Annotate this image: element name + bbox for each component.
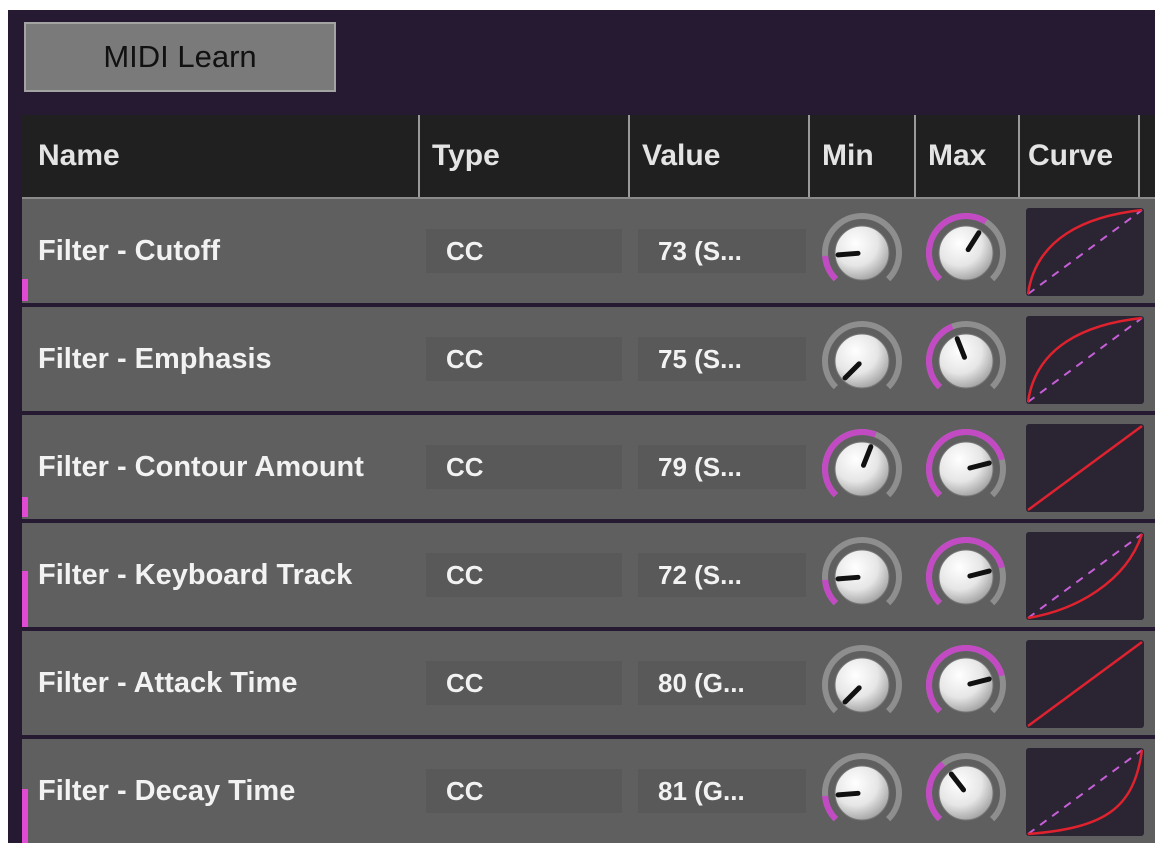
table-row[interactable]: Filter - Decay Time CC 81 (G...: [22, 739, 1155, 843]
max-knob[interactable]: [924, 751, 1008, 835]
app-window: MIDI Learn Name Type Value Min Max Curve…: [0, 0, 1155, 843]
column-header-type[interactable]: Type: [432, 115, 628, 197]
knob-body: [938, 225, 994, 281]
column-divider[interactable]: [418, 115, 420, 197]
curve-editor[interactable]: [1026, 748, 1144, 836]
column-header-min[interactable]: Min: [822, 115, 914, 197]
max-knob[interactable]: [924, 535, 1008, 619]
min-knob[interactable]: [820, 319, 904, 403]
row-activity-marker: [22, 279, 28, 301]
value-select[interactable]: 79 (S...: [638, 445, 806, 489]
curve-editor[interactable]: [1026, 424, 1144, 512]
parameter-name: Filter - Emphasis: [38, 342, 272, 375]
max-knob[interactable]: [924, 427, 1008, 511]
column-divider[interactable]: [914, 115, 916, 197]
knob-value-arc: [822, 255, 839, 282]
value-select[interactable]: 75 (S...: [638, 337, 806, 381]
parameter-name: Filter - Attack Time: [38, 666, 298, 699]
value-select[interactable]: 72 (S...: [638, 553, 806, 597]
parameter-name: Filter - Decay Time: [38, 774, 296, 807]
knob-pointer: [835, 790, 861, 798]
type-select[interactable]: CC: [426, 229, 622, 273]
row-activity-marker: [22, 497, 28, 517]
table-row[interactable]: Filter - Contour Amount CC 79 (S...: [22, 415, 1155, 519]
curve-editor[interactable]: [1026, 532, 1144, 620]
curve-editor[interactable]: [1026, 208, 1144, 296]
table-row[interactable]: Filter - Emphasis CC 75 (S...: [22, 307, 1155, 411]
value-select[interactable]: 73 (S...: [638, 229, 806, 273]
type-select[interactable]: CC: [426, 769, 622, 813]
knob-body: [834, 657, 890, 713]
knob-body: [938, 441, 994, 497]
response-curve: [1027, 640, 1143, 728]
table-row[interactable]: Filter - Keyboard Track CC 72 (S...: [22, 523, 1155, 627]
value-select[interactable]: 81 (G...: [638, 769, 806, 813]
mapping-rows: Filter - Cutoff CC 73 (S... Filter - Emphas…: [22, 199, 1155, 843]
knob-value-arc: [822, 579, 839, 606]
type-select[interactable]: CC: [426, 553, 622, 597]
column-divider[interactable]: [628, 115, 630, 197]
knob-pointer: [835, 574, 861, 582]
type-select[interactable]: CC: [426, 445, 622, 489]
knob-body: [834, 441, 890, 497]
column-header-value[interactable]: Value: [642, 115, 808, 197]
table-row[interactable]: Filter - Attack Time CC 80 (G...: [22, 631, 1155, 735]
knob-body: [834, 333, 890, 389]
column-divider[interactable]: [808, 115, 810, 197]
type-select[interactable]: CC: [426, 661, 622, 705]
column-divider[interactable]: [1018, 115, 1020, 197]
parameter-name: Filter - Keyboard Track: [38, 558, 353, 591]
max-knob[interactable]: [924, 643, 1008, 727]
linear-reference-line: [1027, 533, 1143, 619]
table-header: Name Type Value Min Max Curve: [22, 115, 1155, 199]
knob-body: [938, 765, 994, 821]
type-select[interactable]: CC: [426, 337, 622, 381]
table-row[interactable]: Filter - Cutoff CC 73 (S...: [22, 199, 1155, 303]
min-knob[interactable]: [820, 211, 904, 295]
min-knob[interactable]: [820, 643, 904, 727]
knob-body: [938, 657, 994, 713]
column-header-max[interactable]: Max: [928, 115, 1018, 197]
midi-learn-button[interactable]: MIDI Learn: [24, 22, 336, 92]
knob-body: [938, 333, 994, 389]
curve-editor[interactable]: [1026, 640, 1144, 728]
midi-mapping-panel: MIDI Learn Name Type Value Min Max Curve…: [8, 10, 1155, 843]
column-divider[interactable]: [1138, 115, 1140, 197]
knob-pointer: [835, 250, 861, 258]
knob-body: [938, 549, 994, 605]
row-activity-marker: [22, 571, 28, 627]
response-curve: [1027, 424, 1143, 512]
linear-reference-line: [1027, 749, 1143, 835]
max-knob[interactable]: [924, 319, 1008, 403]
max-knob[interactable]: [924, 211, 1008, 295]
column-header-curve[interactable]: Curve: [1028, 115, 1138, 197]
min-knob[interactable]: [820, 751, 904, 835]
parameter-name: Filter - Contour Amount: [38, 450, 364, 483]
knob-value-arc: [822, 795, 839, 822]
parameter-name: Filter - Cutoff: [38, 234, 221, 267]
curve-editor[interactable]: [1026, 316, 1144, 404]
row-activity-marker: [22, 789, 28, 843]
column-header-name[interactable]: Name: [38, 115, 418, 197]
min-knob[interactable]: [820, 427, 904, 511]
min-knob[interactable]: [820, 535, 904, 619]
value-select[interactable]: 80 (G...: [638, 661, 806, 705]
